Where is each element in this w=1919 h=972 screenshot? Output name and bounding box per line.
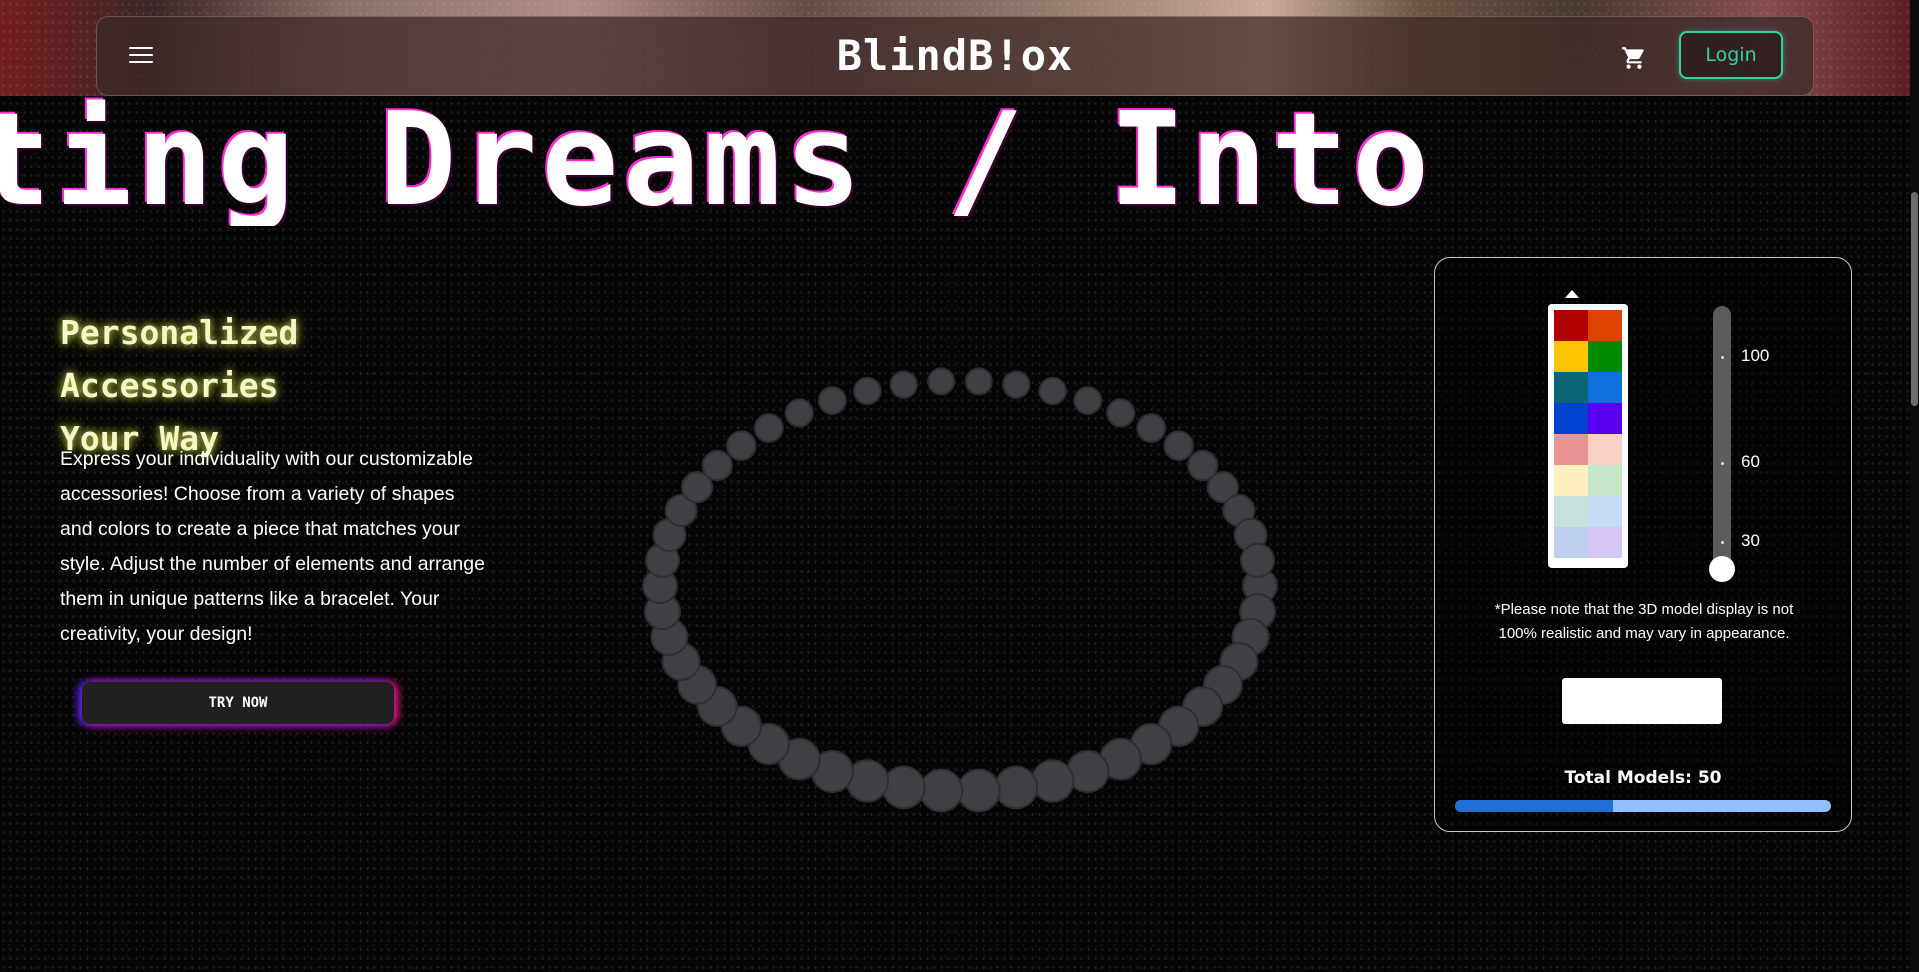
bracelet-bead <box>1106 398 1136 428</box>
customizer-panel: 100 60 30 *Please note that the 3D model… <box>1434 257 1852 832</box>
model-name-input[interactable] <box>1562 678 1722 724</box>
bracelet-bead <box>964 367 993 396</box>
color-swatch[interactable] <box>1588 434 1622 465</box>
color-swatch[interactable] <box>1588 465 1622 496</box>
color-swatch[interactable] <box>1554 341 1588 372</box>
color-swatch[interactable] <box>1554 465 1588 496</box>
bracelet-bead <box>1002 370 1031 399</box>
slider-tick-mark <box>1721 462 1724 465</box>
disclaimer-note: *Please note that the 3D model display i… <box>1465 598 1823 646</box>
color-swatch[interactable] <box>1554 496 1588 527</box>
palette-pointer <box>1565 290 1579 298</box>
scrolling-marquee-text: ting Dreams / Into <box>0 96 1434 226</box>
try-now-button[interactable]: TRY NOW <box>82 682 394 724</box>
color-swatch[interactable] <box>1554 434 1588 465</box>
color-swatch[interactable] <box>1554 372 1588 403</box>
bracelet-bead <box>1073 386 1103 415</box>
bracelet-bead <box>701 449 733 482</box>
menu-icon[interactable] <box>129 47 153 65</box>
bracelet-bead <box>956 768 1001 813</box>
bracelet-bead <box>1030 759 1075 803</box>
bracelet-bead <box>753 413 784 443</box>
navbar: BlindB!ox Login <box>96 16 1814 96</box>
disclaimer-line-1: *Please note that the 3D model display i… <box>1494 601 1794 618</box>
slider-thumb[interactable] <box>1709 556 1735 582</box>
bracelet-bead <box>1136 413 1167 443</box>
models-progress-bar <box>1455 800 1831 812</box>
page-scrollbar[interactable] <box>1910 0 1919 972</box>
bracelet-bead <box>817 386 847 415</box>
bracelet-bead <box>726 430 757 461</box>
color-swatch[interactable] <box>1554 310 1588 341</box>
color-swatch[interactable] <box>1588 310 1622 341</box>
bracelet-bead <box>853 376 882 406</box>
slider-tick-mark <box>1721 541 1724 544</box>
bracelet-bead <box>1240 542 1276 578</box>
bracelet-bead <box>1163 430 1195 461</box>
login-button[interactable]: Login <box>1679 31 1783 79</box>
disclaimer-line-2: 100% realistic and may vary in appearanc… <box>1498 625 1790 642</box>
total-models-label: Total Models: 50 <box>1564 768 1722 788</box>
scrollbar-thumb[interactable] <box>1911 192 1918 406</box>
bracelet-bead <box>784 398 814 428</box>
slider-tick-mark <box>1721 356 1724 359</box>
models-progress-fill <box>1455 800 1613 812</box>
element-count-slider[interactable] <box>1713 306 1731 568</box>
bracelet-bead <box>1038 376 1067 406</box>
bracelet-bead <box>889 370 918 399</box>
bracelet-bead <box>927 367 956 396</box>
color-swatch[interactable] <box>1588 496 1622 527</box>
cart-icon[interactable] <box>1621 45 1647 71</box>
bracelet-3d-preview[interactable] <box>620 360 1300 840</box>
hero-description: Express your individuality with our cust… <box>60 448 485 645</box>
color-palette <box>1548 304 1628 568</box>
slider-tick-label: 60 <box>1741 452 1760 471</box>
color-swatch[interactable] <box>1554 527 1588 558</box>
bracelet-bead <box>881 765 926 810</box>
brand-logo: BlindB!ox <box>836 31 1074 80</box>
color-swatch[interactable] <box>1588 403 1622 434</box>
bracelet-bead <box>919 768 964 813</box>
color-swatch[interactable] <box>1588 341 1622 372</box>
slider-tick-label: 30 <box>1741 531 1760 550</box>
bracelet-bead <box>994 765 1039 810</box>
color-swatch[interactable] <box>1588 372 1622 403</box>
color-swatch[interactable] <box>1588 527 1622 558</box>
slider-tick-label: 100 <box>1741 346 1770 365</box>
hero-title-line-1: Personalized Accessories <box>60 313 299 405</box>
color-swatch[interactable] <box>1554 403 1588 434</box>
